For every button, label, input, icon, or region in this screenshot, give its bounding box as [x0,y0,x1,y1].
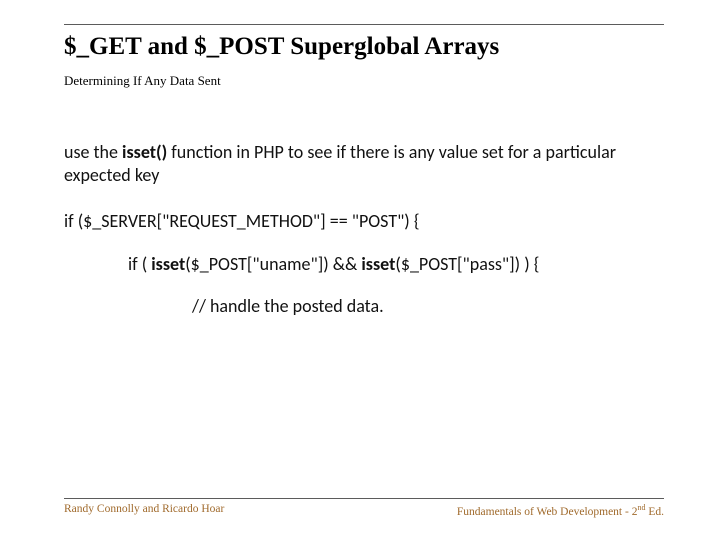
slide: $_GET and $_POST Superglobal Arrays Dete… [0,0,720,540]
footer-right-pre: Fundamentals of Web Development - 2 [457,506,638,518]
code2-isset1: isset [151,253,185,275]
slide-body: use the isset() function in PHP to see i… [64,141,664,318]
code2-isset2: isset [361,253,395,275]
code-line-1: if ($_SERVER["REQUEST_METHOD"] == "POST"… [64,210,664,233]
intro-isset-bold: isset() [122,141,167,163]
code-line-3: // handle the posted data. [192,295,664,318]
code2-c: ($_POST["uname"]) && [185,253,361,275]
footer-divider [64,498,664,499]
title-divider [64,24,664,25]
code2-a: if ( [128,253,151,275]
slide-subtitle: Determining If Any Data Sent [64,73,664,89]
footer-left: Randy Connolly and Ricardo Hoar [64,503,224,518]
footer: Randy Connolly and Ricardo Hoar Fundamen… [64,498,664,518]
code2-d: ($_POST["pass"]) ) { [395,253,539,275]
footer-right-post: Ed. [645,506,664,518]
footer-right: Fundamentals of Web Development - 2nd Ed… [457,503,664,518]
footer-row: Randy Connolly and Ricardo Hoar Fundamen… [64,503,664,518]
intro-paragraph: use the isset() function in PHP to see i… [64,141,664,186]
slide-title: $_GET and $_POST Superglobal Arrays [64,33,664,61]
intro-text-pre: use the [64,141,122,163]
code-line-2: if ( isset($_POST["uname"]) && isset($_P… [128,253,664,276]
